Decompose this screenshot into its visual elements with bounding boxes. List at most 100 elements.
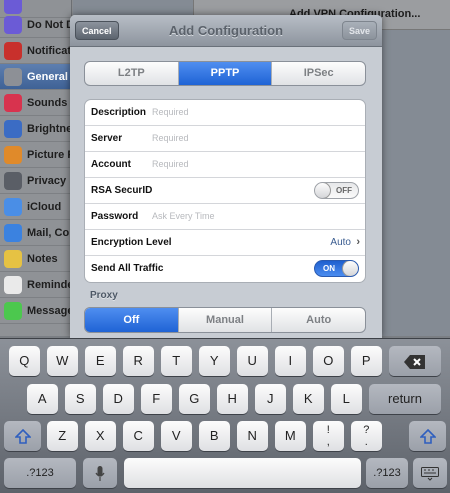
proxy-segmented-control: Off Manual Auto — [84, 307, 366, 333]
tab-ipsec[interactable]: IPSec — [272, 62, 365, 85]
account-row[interactable]: Account Required — [85, 152, 365, 178]
return-key[interactable]: return — [369, 384, 441, 414]
password-field[interactable]: Ask Every Time — [152, 211, 215, 221]
flower-icon — [4, 145, 22, 164]
sidebar-item-label: Reminde — [27, 278, 74, 291]
sheet-navbar: Cancel Add Configuration Save — [70, 15, 382, 47]
sidebar-item-label: Do Not D — [27, 18, 75, 31]
sidebar-item-label: General — [27, 70, 68, 83]
messages-icon — [4, 301, 22, 320]
hand-icon — [4, 171, 22, 190]
sidebar-item[interactable]: Reminde — [0, 272, 74, 298]
sidebar-item[interactable]: Picture F — [0, 142, 74, 168]
numbers-key-left[interactable]: .?123 — [4, 458, 76, 488]
add-configuration-sheet: Cancel Add Configuration Save L2TP PPTP … — [70, 15, 382, 338]
sidebar-item-label: iCloud — [27, 200, 62, 213]
sidebar-item[interactable]: Sounds — [0, 90, 72, 116]
proxy-off-tab[interactable]: Off — [85, 308, 179, 332]
mail-icon — [4, 223, 22, 242]
key-punctuation[interactable]: !, — [313, 421, 344, 451]
key-c[interactable]: C — [123, 421, 154, 451]
key-l[interactable]: L — [331, 384, 362, 414]
proxy-manual-tab[interactable]: Manual — [179, 308, 273, 332]
key-z[interactable]: Z — [47, 421, 78, 451]
account-label: Account — [91, 159, 131, 170]
description-field[interactable]: Required — [152, 107, 189, 117]
hide-keyboard-icon — [421, 466, 439, 481]
key-s[interactable]: S — [65, 384, 96, 414]
key-u[interactable]: U — [237, 346, 268, 376]
sidebar-item-label: Notes — [27, 252, 58, 265]
rsa-securid-toggle[interactable]: OFF — [314, 182, 359, 199]
sidebar-item[interactable]: General — [0, 64, 72, 90]
key-y[interactable]: Y — [199, 346, 230, 376]
shift-key-left[interactable] — [4, 421, 41, 451]
backspace-key[interactable] — [389, 346, 441, 376]
description-row[interactable]: Description Required — [85, 100, 365, 126]
key-k[interactable]: K — [293, 384, 324, 414]
key-o[interactable]: O — [313, 346, 344, 376]
vpn-settings-form: Description Required Server Required Acc… — [84, 99, 366, 283]
numbers-key-right[interactable]: .?123 — [366, 458, 408, 488]
toggle-knob — [315, 183, 331, 198]
server-field[interactable]: Required — [152, 133, 189, 143]
sidebar-item[interactable]: iCloud — [0, 194, 72, 220]
key-h[interactable]: H — [217, 384, 248, 414]
key-d[interactable]: D — [103, 384, 134, 414]
toggle-state-text: OFF — [336, 186, 352, 195]
sidebar-item[interactable]: Message — [0, 298, 74, 324]
key-p[interactable]: P — [351, 346, 382, 376]
sidebar-item[interactable]: Brightne — [0, 116, 72, 142]
description-label: Description — [91, 107, 147, 118]
dictation-key[interactable] — [83, 458, 117, 488]
key-e[interactable]: E — [85, 346, 116, 376]
save-button[interactable]: Save — [341, 21, 377, 40]
hide-keyboard-key[interactable] — [413, 458, 447, 488]
account-field[interactable]: Required — [152, 159, 189, 169]
key-q[interactable]: Q — [9, 346, 40, 376]
key-punctuation[interactable]: ?. — [351, 421, 382, 451]
key-n[interactable]: N — [237, 421, 268, 451]
key-r[interactable]: R — [123, 346, 154, 376]
key-b[interactable]: B — [199, 421, 230, 451]
key-j[interactable]: J — [255, 384, 286, 414]
key-w[interactable]: W — [47, 346, 78, 376]
microphone-icon — [95, 465, 105, 481]
sidebar-item-label: Message — [27, 304, 74, 317]
sidebar-item[interactable]: Notificat — [0, 38, 72, 64]
rsa-securid-label: RSA SecurID — [91, 185, 153, 196]
settings-sidebar: Do Not D Notificat General Sounds Brightne Pi… — [0, 0, 75, 336]
key-i[interactable]: I — [275, 346, 306, 376]
sidebar-item[interactable]: Mail, Co — [0, 220, 72, 246]
vpn-type-segmented-control: L2TP PPTP IPSec — [84, 61, 366, 86]
key-g[interactable]: G — [179, 384, 210, 414]
server-row[interactable]: Server Required — [85, 126, 365, 152]
encryption-level-label: Encryption Level — [91, 237, 172, 248]
cloud-icon — [4, 197, 22, 216]
rsa-securid-row: RSA SecurID OFF — [85, 178, 365, 204]
server-label: Server — [91, 133, 123, 144]
password-row[interactable]: Password Ask Every Time — [85, 204, 365, 230]
sidebar-item[interactable]: Privacy — [0, 168, 72, 194]
speaker-icon — [4, 93, 22, 112]
encryption-level-row[interactable]: Encryption Level Auto › — [85, 230, 365, 256]
sidebar-item[interactable]: Notes — [0, 246, 72, 272]
tab-l2tp[interactable]: L2TP — [85, 62, 179, 85]
proxy-auto-tab[interactable]: Auto — [272, 308, 365, 332]
key-x[interactable]: X — [85, 421, 116, 451]
key-a[interactable]: A — [27, 384, 58, 414]
shift-key-right[interactable] — [409, 421, 446, 451]
shift-icon — [419, 428, 436, 444]
send-all-traffic-toggle[interactable]: ON — [314, 260, 359, 277]
send-all-traffic-row: Send All Traffic ON — [85, 256, 365, 282]
sidebar-item[interactable]: Do Not D — [0, 12, 75, 38]
tab-pptp[interactable]: PPTP — [178, 62, 273, 85]
key-v[interactable]: V — [161, 421, 192, 451]
proxy-section-label: Proxy — [90, 290, 118, 301]
key-t[interactable]: T — [161, 346, 192, 376]
space-key[interactable] — [124, 458, 361, 488]
key-m[interactable]: M — [275, 421, 306, 451]
sidebar-item-label: Sounds — [27, 96, 68, 109]
send-all-traffic-label: Send All Traffic — [91, 263, 164, 274]
key-f[interactable]: F — [141, 384, 172, 414]
